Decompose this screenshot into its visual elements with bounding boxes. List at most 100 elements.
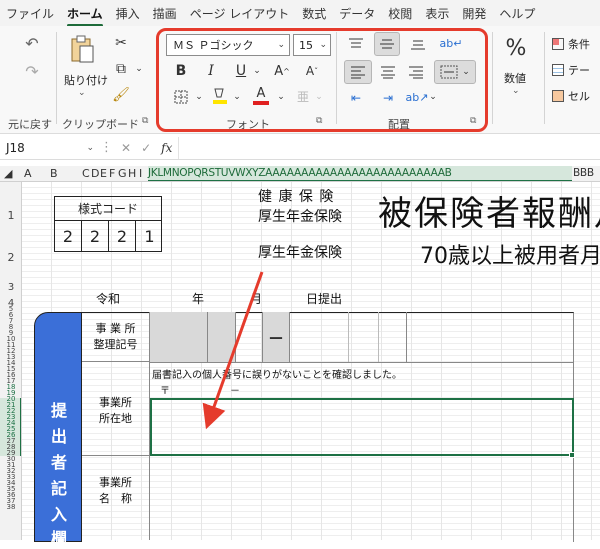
mynumber-confirm-note: 届書記入の個人番号に誤りがないことを確認しました。: [152, 370, 402, 381]
formula-input[interactable]: [178, 136, 600, 159]
copy-icon[interactable]: ⧉: [110, 60, 132, 78]
tab-char: 提: [50, 401, 67, 420]
name-box-value: J18: [6, 140, 25, 155]
form-code-digit[interactable]: 1: [136, 221, 163, 251]
tab-char: 欄: [50, 529, 67, 548]
menu-home[interactable]: ホーム: [67, 5, 103, 27]
undo-group-label: 元に戻す: [8, 118, 52, 131]
column-headers: ◢ A B C D E F G H I JKLMNOPQRSTUVWXYZAAA…: [0, 166, 600, 182]
name-box[interactable]: J18 ⌄: [0, 137, 100, 159]
menu-help[interactable]: ヘルプ: [499, 5, 535, 22]
postal-dash: －: [230, 386, 240, 397]
address-label-cell: 事業所 所在地: [82, 362, 150, 456]
divider: [56, 32, 57, 124]
undo-icon[interactable]: ↶: [20, 32, 44, 54]
menu-review[interactable]: 校閲: [388, 5, 412, 22]
dash-text: －: [267, 329, 284, 348]
office-code-label-cell: 事 業 所 整理記号: [82, 312, 150, 362]
clipboard-launcher-icon[interactable]: ⧉: [142, 116, 148, 126]
form-code-digit[interactable]: 2: [109, 221, 136, 251]
paste-dropdown-icon[interactable]: ⌄: [78, 88, 86, 98]
month-label: 月: [250, 292, 263, 306]
row-header[interactable]: 1: [0, 210, 21, 222]
tab-char: 出: [50, 427, 67, 446]
insurance-type-label: 厚生年金保険: [258, 245, 342, 261]
menu-draw[interactable]: 描画: [153, 5, 177, 22]
submit-day-label: 日提出: [306, 292, 343, 306]
ribbon: ↶ ↷ 元に戻す 貼り付け ⌄ ✂ ⧉ ⌄ 🖌 クリップボード ⧉ ＭＳ Ｐゴシ…: [0, 26, 600, 134]
column-header[interactable]: C: [82, 167, 90, 180]
column-header[interactable]: H: [128, 167, 136, 180]
column-header[interactable]: D: [91, 167, 99, 180]
address-label: 所在地: [99, 412, 132, 425]
cell-styles-button[interactable]: セル: [552, 88, 590, 104]
menu-view[interactable]: 表示: [425, 5, 449, 22]
conditional-format-icon: [552, 38, 564, 50]
form-code-title: 様式コード: [55, 197, 161, 221]
menu-bar: ファイル ホーム 挿入 描画 ページ レイアウト 数式 データ 校閲 表示 開発…: [0, 0, 600, 27]
menu-file[interactable]: ファイル: [6, 5, 54, 22]
number-dropdown-icon[interactable]: ⌄: [512, 86, 520, 96]
column-header[interactable]: F: [109, 167, 115, 180]
conditional-format-button[interactable]: 条件: [552, 36, 590, 52]
office-code-input[interactable]: [150, 312, 208, 362]
cut-icon[interactable]: ✂: [112, 34, 130, 52]
row-headers: 1 2 3 4 5 6 7 8 9 10 11 12 13 14 15 16 17 18 19 20 21 22 23 24 2…: [0, 182, 22, 540]
selected-column-headers[interactable]: JKLMNOPQRSTUVWXYZAAAAAAAAAAAAAAAAAAAAAAA…: [148, 167, 452, 179]
office-name-label: 名 称: [99, 492, 132, 505]
tab-char: 者: [50, 453, 67, 472]
copy-dropdown-icon[interactable]: ⌄: [134, 60, 144, 78]
column-header[interactable]: E: [100, 167, 107, 180]
percent-icon[interactable]: %: [502, 34, 530, 62]
office-code-input[interactable]: [208, 312, 236, 362]
cell-styles-icon: [552, 90, 564, 102]
formula-bar: J18 ⌄ ⋮ ✕ ✓ fx: [0, 136, 600, 160]
menu-insert[interactable]: 挿入: [116, 5, 140, 22]
row-header[interactable]: 2: [0, 252, 21, 264]
tab-char: 記: [50, 479, 67, 498]
column-header[interactable]: A: [24, 167, 32, 180]
form-code-table: 様式コード 2 2 2 1: [54, 196, 162, 252]
row-header[interactable]: 38: [0, 504, 21, 511]
clipboard-group-label: クリップボード: [62, 118, 139, 131]
form-code-digit[interactable]: 2: [82, 221, 109, 251]
row-header[interactable]: 3: [0, 282, 21, 294]
form-title: 被保険者報酬月: [378, 194, 600, 234]
cancel-icon[interactable]: ✕: [121, 141, 131, 155]
format-painter-icon[interactable]: 🖌: [112, 86, 130, 104]
year-label: 年: [192, 292, 205, 306]
table-icon: [552, 64, 564, 76]
form-code-digit[interactable]: 2: [55, 221, 82, 251]
divider: [378, 312, 379, 362]
confirm-icon[interactable]: ✓: [141, 141, 151, 155]
column-header[interactable]: I: [139, 167, 142, 180]
insert-function-icon[interactable]: fx: [161, 141, 172, 155]
select-all-icon[interactable]: ◢: [4, 167, 12, 180]
divider: [492, 32, 493, 124]
column-header[interactable]: B: [50, 167, 58, 180]
selected-cell-range[interactable]: [150, 398, 574, 456]
paste-icon[interactable]: [66, 32, 98, 66]
insurance-type-label: 健 康 保 険: [258, 189, 335, 205]
menu-page-layout[interactable]: ページ レイアウト: [190, 5, 290, 22]
column-headers-right[interactable]: BBB: [573, 167, 594, 179]
menu-formulas[interactable]: 数式: [302, 5, 326, 22]
paste-label[interactable]: 貼り付け: [64, 72, 108, 88]
address-label: 事業所: [99, 396, 132, 409]
divider: [150, 362, 574, 363]
conditional-format-label: 条件: [568, 38, 590, 51]
format-table-button[interactable]: テー: [552, 62, 590, 78]
column-header[interactable]: G: [118, 167, 127, 180]
era-label: 令和: [96, 292, 121, 306]
divider: [544, 32, 545, 124]
fill-handle[interactable]: [569, 452, 575, 458]
office-code-label: 整理記号: [93, 338, 138, 351]
number-format-label[interactable]: 数値: [504, 70, 526, 86]
redo-icon[interactable]: ↷: [20, 60, 44, 82]
chevron-down-icon: ⌄: [86, 142, 94, 153]
more-options-icon: ⋮: [100, 140, 113, 155]
name-label-cell: 事業所 名 称: [82, 456, 150, 540]
menu-data[interactable]: データ: [339, 5, 375, 22]
cell-styles-label: セル: [568, 90, 590, 103]
menu-developer[interactable]: 開発: [462, 5, 486, 22]
